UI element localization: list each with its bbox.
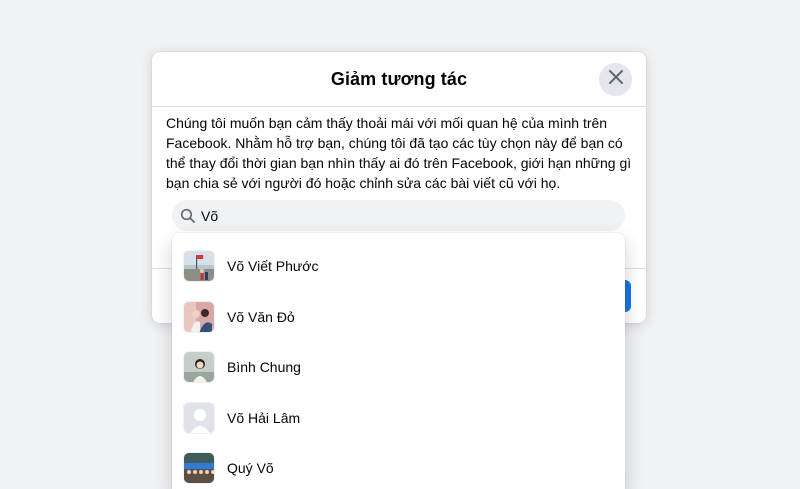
dialog-title: Giảm tương tác (330, 68, 468, 89)
page-backdrop: Giảm tương tác Chúng tôi muốn bạn cảm th… (0, 0, 800, 489)
list-item-name: Võ Hải Lâm (227, 409, 301, 426)
avatar (183, 401, 215, 434)
avatar (183, 452, 215, 485)
avatar (183, 300, 215, 333)
list-item-name: Võ Văn Đỏ (227, 308, 295, 325)
close-button[interactable] (599, 63, 632, 96)
dialog-description: Chúng tôi muốn bạn cảm thấy thoải mái vớ… (166, 115, 632, 191)
list-item[interactable]: Quý Võ (172, 443, 625, 489)
list-item[interactable]: Võ Viết Phước (172, 241, 625, 292)
search-results-dropdown: Võ Viết Phước Võ Văn Đỏ Bình Chung Võ Hả… (172, 233, 625, 489)
list-item[interactable]: Võ Văn Đỏ (172, 292, 625, 343)
avatar (183, 250, 215, 283)
search-input[interactable] (201, 200, 601, 231)
list-item[interactable]: Bình Chung (172, 342, 625, 393)
search-bar[interactable] (172, 200, 625, 231)
search-icon (180, 208, 196, 224)
list-item-name: Bình Chung (227, 359, 301, 376)
close-icon (608, 70, 623, 89)
list-item-name: Quý Võ (227, 460, 274, 477)
list-item-name: Võ Viết Phước (227, 258, 319, 275)
dialog-header: Giảm tương tác (152, 52, 646, 107)
list-item[interactable]: Võ Hải Lâm (172, 393, 625, 444)
avatar (183, 351, 215, 384)
